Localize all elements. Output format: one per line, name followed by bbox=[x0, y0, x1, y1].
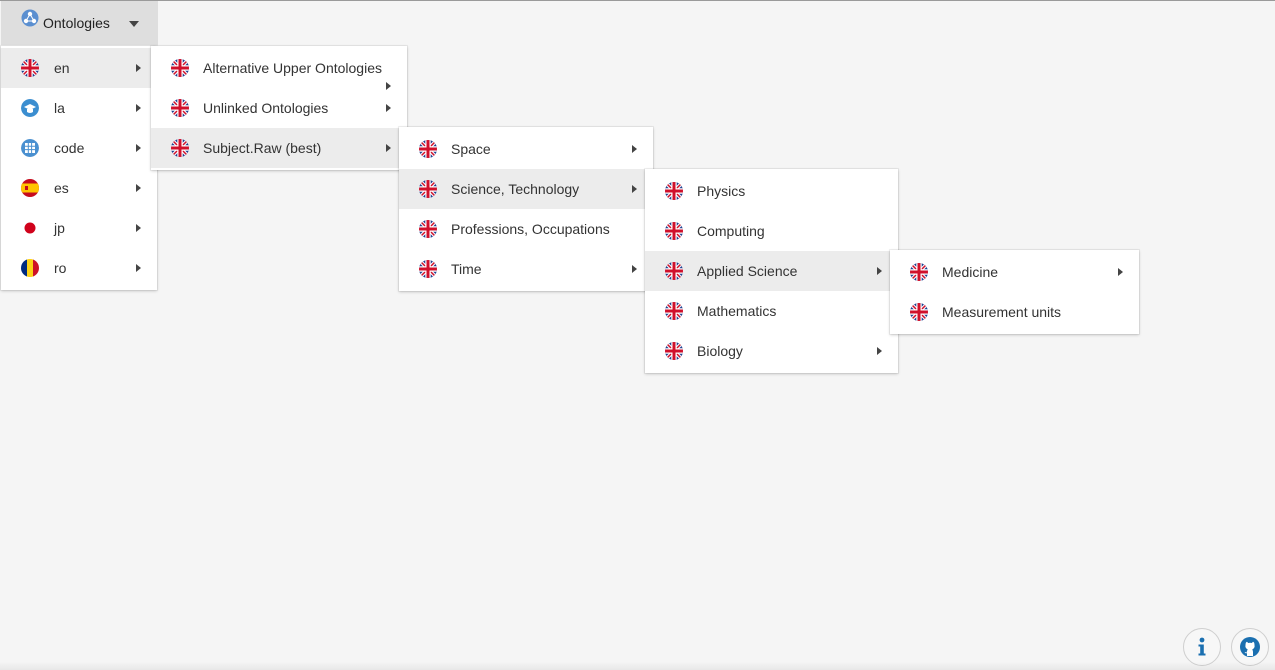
chevron-right-icon bbox=[136, 104, 141, 112]
menu-item-mathematics[interactable]: Mathematics bbox=[645, 291, 898, 331]
romania-flag-icon bbox=[21, 259, 39, 277]
chevron-right-icon bbox=[632, 145, 637, 153]
language-menu: en la code es jp ro bbox=[1, 46, 157, 290]
uk-flag-icon bbox=[910, 303, 928, 321]
japan-flag-icon bbox=[21, 219, 39, 237]
chevron-right-icon bbox=[877, 267, 882, 275]
chevron-right-icon bbox=[136, 144, 141, 152]
uk-flag-icon bbox=[665, 262, 683, 280]
caret-down-icon bbox=[129, 21, 139, 27]
menu-item-label: Computing bbox=[697, 223, 765, 239]
chevron-right-icon bbox=[386, 144, 391, 152]
menu-item-label: Biology bbox=[697, 343, 743, 359]
menu-item-label: Science, Technology bbox=[451, 181, 580, 197]
chevron-right-icon bbox=[136, 64, 141, 72]
spain-flag-icon bbox=[21, 179, 39, 197]
info-button[interactable] bbox=[1183, 628, 1221, 666]
language-label: jp bbox=[54, 220, 65, 236]
graduation-cap-icon bbox=[21, 99, 39, 117]
menu-item-subject-raw[interactable]: Subject.Raw (best) bbox=[151, 128, 407, 168]
bottom-shadow bbox=[0, 662, 1275, 670]
menu-item-professions-occupations[interactable]: Professions, Occupations bbox=[399, 209, 653, 249]
language-label: en bbox=[54, 60, 70, 76]
language-item-en[interactable]: en bbox=[1, 48, 157, 88]
github-button[interactable] bbox=[1231, 628, 1269, 666]
science-technology-menu: Physics Computing Applied Science Mathem… bbox=[645, 169, 898, 373]
language-label: la bbox=[54, 100, 65, 116]
chevron-right-icon bbox=[136, 224, 141, 232]
menu-item-label: Physics bbox=[697, 183, 746, 199]
uk-flag-icon bbox=[21, 59, 39, 77]
uk-flag-icon bbox=[665, 302, 683, 320]
menu-item-physics[interactable]: Physics bbox=[645, 171, 898, 211]
menu-item-science-technology[interactable]: Science, Technology bbox=[399, 169, 653, 209]
menu-item-time[interactable]: Time bbox=[399, 249, 653, 289]
chevron-right-icon bbox=[877, 347, 882, 355]
menu-item-label: Mathematics bbox=[697, 303, 777, 319]
chevron-right-icon bbox=[632, 185, 637, 193]
ontologies-title: Ontologies bbox=[43, 15, 110, 31]
uk-flag-icon bbox=[665, 222, 683, 240]
info-icon bbox=[1198, 637, 1206, 656]
language-label: ro bbox=[54, 260, 67, 276]
chevron-right-icon bbox=[136, 264, 141, 272]
language-item-la[interactable]: la bbox=[1, 88, 157, 128]
chevron-right-icon bbox=[632, 265, 637, 273]
uk-flag-icon bbox=[419, 140, 437, 158]
menu-item-unlinked-ontologies[interactable]: Unlinked Ontologies bbox=[151, 88, 407, 128]
uk-flag-icon bbox=[171, 99, 189, 117]
menu-item-medicine[interactable]: Medicine bbox=[890, 252, 1139, 292]
en-ontologies-menu: Alternative Upper Ontologies Unlinked On… bbox=[151, 46, 407, 170]
menu-item-alternative-upper-ontologies[interactable]: Alternative Upper Ontologies bbox=[151, 48, 407, 90]
subject-raw-menu: Space Science, Technology Professions, O… bbox=[399, 127, 653, 291]
language-item-ro[interactable]: ro bbox=[1, 248, 157, 288]
top-border bbox=[0, 0, 1275, 1]
uk-flag-icon bbox=[665, 182, 683, 200]
language-label: es bbox=[54, 180, 69, 196]
menu-item-label: Alternative Upper Ontologies bbox=[203, 60, 382, 76]
menu-item-computing[interactable]: Computing bbox=[645, 211, 898, 251]
chevron-right-icon bbox=[386, 104, 391, 112]
menu-item-label: Unlinked Ontologies bbox=[203, 100, 329, 116]
uk-flag-icon bbox=[665, 342, 683, 360]
menu-item-label: Medicine bbox=[942, 264, 999, 280]
uk-flag-icon bbox=[910, 263, 928, 281]
chevron-right-icon bbox=[1118, 268, 1123, 276]
menu-item-label: Space bbox=[451, 141, 491, 157]
menu-item-biology[interactable]: Biology bbox=[645, 331, 898, 371]
github-icon bbox=[1240, 637, 1260, 657]
language-item-code[interactable]: code bbox=[1, 128, 157, 168]
language-item-es[interactable]: es bbox=[1, 168, 157, 208]
menu-item-label: Measurement units bbox=[942, 304, 1062, 320]
language-item-jp[interactable]: jp bbox=[1, 208, 157, 248]
menu-item-applied-science[interactable]: Applied Science bbox=[645, 251, 898, 291]
menu-item-label: Subject.Raw (best) bbox=[203, 140, 322, 156]
language-label: code bbox=[54, 140, 85, 156]
uk-flag-icon bbox=[171, 59, 189, 77]
ontology-network-icon bbox=[21, 9, 39, 27]
uk-flag-icon bbox=[419, 260, 437, 278]
menu-item-space[interactable]: Space bbox=[399, 129, 653, 169]
menu-item-measurement-units[interactable]: Measurement units bbox=[890, 292, 1139, 332]
code-grid-icon bbox=[21, 139, 39, 157]
uk-flag-icon bbox=[171, 139, 189, 157]
menu-item-label: Professions, Occupations bbox=[451, 221, 610, 237]
applied-science-menu: Medicine Measurement units bbox=[890, 250, 1139, 334]
menu-item-label: Time bbox=[451, 261, 482, 277]
ontologies-menu-button[interactable]: Ontologies bbox=[1, 1, 158, 45]
uk-flag-icon bbox=[419, 180, 437, 198]
menu-item-label: Applied Science bbox=[697, 263, 798, 279]
chevron-right-icon bbox=[136, 184, 141, 192]
uk-flag-icon bbox=[419, 220, 437, 238]
